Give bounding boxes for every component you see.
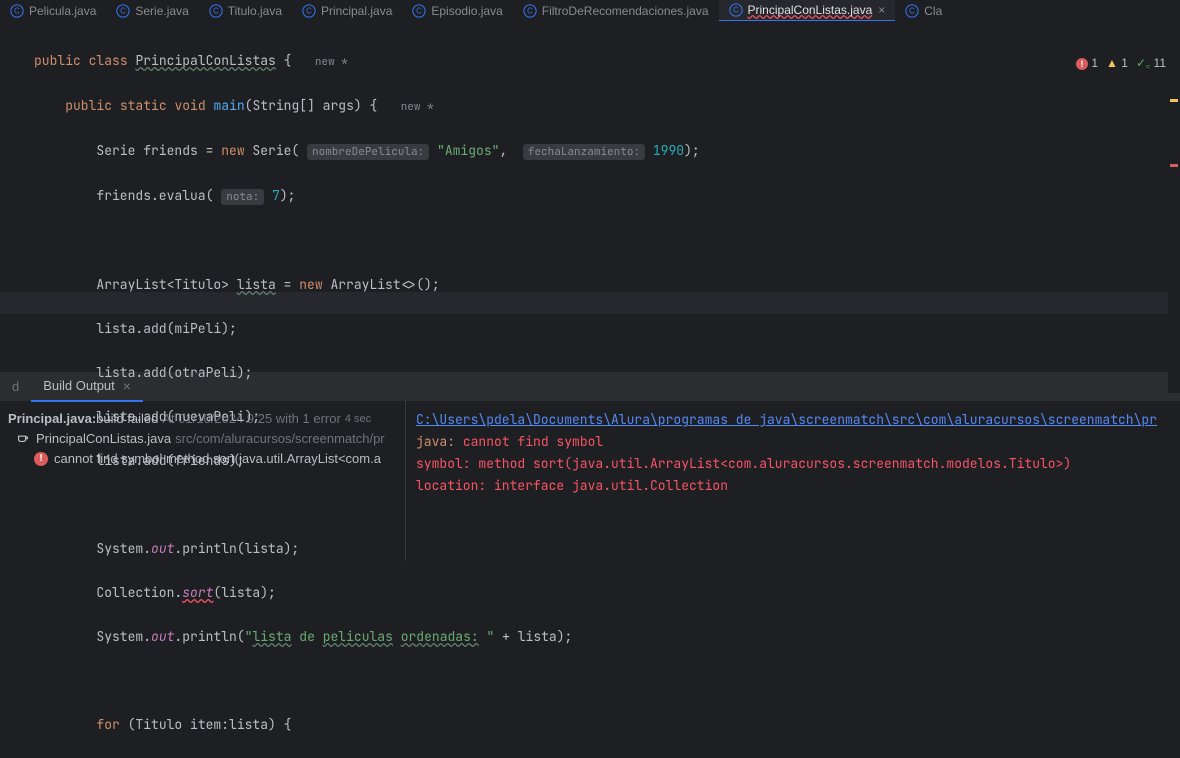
svg-text:C: C (733, 5, 739, 14)
code-line: Serie friends = new Serie( nombreDePelic… (34, 140, 1180, 163)
code-line: ArrayList<Titulo> lista = new ArrayList<… (34, 274, 1180, 296)
inspection-status[interactable]: ! 1 ▲ 1 ✓꜀ 11 (1076, 54, 1166, 71)
warning-icon: ▲ (1106, 56, 1118, 70)
code-line: for (Titulo item:lista) { (34, 714, 1180, 736)
tab-principalconlistas[interactable]: CPrincipalConListas.java× (719, 0, 896, 22)
tab-cla[interactable]: CCla (895, 0, 952, 22)
check-icon: ✓꜀ (1136, 56, 1150, 70)
warning-count[interactable]: ▲ 1 (1106, 56, 1128, 70)
code-line: public static void main(String[] args) {… (34, 95, 1180, 118)
tab-titulo[interactable]: CTitulo.java (199, 0, 292, 22)
svg-text:C: C (909, 6, 915, 15)
java-class-icon: C (905, 4, 919, 18)
error-icon: ! (1076, 58, 1088, 70)
code-line: friends.evalua( nota: 7); (34, 185, 1180, 208)
java-class-icon: C (10, 4, 24, 18)
svg-text:C: C (527, 6, 533, 15)
java-class-icon: C (523, 4, 537, 18)
java-class-icon: C (302, 4, 316, 18)
java-class-icon: C (729, 3, 743, 17)
code-line: System.out.println(lista); (34, 538, 1180, 560)
warning-marker[interactable] (1170, 99, 1178, 102)
svg-text:C: C (306, 6, 312, 15)
hint-count[interactable]: ✓꜀ 11 (1136, 54, 1166, 71)
editor-scrollbar[interactable] (1168, 44, 1180, 393)
code-line: lista.add(friends); (34, 450, 1180, 472)
code-editor[interactable]: public class PrincipalConListas { new * … (0, 22, 1180, 758)
code-line: System.out.println("lista de peliculas o… (34, 626, 1180, 648)
error-marker[interactable] (1170, 164, 1178, 167)
java-class-icon: C (412, 4, 426, 18)
java-class-icon: C (209, 4, 223, 18)
svg-text:C: C (121, 6, 127, 15)
close-icon[interactable]: × (878, 3, 885, 17)
tab-filtro[interactable]: CFiltroDeRecomendaciones.java (513, 0, 719, 22)
code-line (34, 494, 1180, 516)
code-line: lista.add(miPeli); (34, 318, 1180, 340)
tab-principal[interactable]: CPrincipal.java (292, 0, 402, 22)
tab-serie[interactable]: CSerie.java (106, 0, 198, 22)
tab-episodio[interactable]: CEpisodio.java (402, 0, 512, 22)
svg-text:C: C (213, 6, 219, 15)
code-line: public class PrincipalConListas { new * (34, 50, 1180, 73)
editor-tabs: CPelicula.java CSerie.java CTitulo.java … (0, 0, 1180, 22)
code-line: lista.add(otraPeli); (34, 362, 1180, 384)
code-line: lista.add(nuevaPeli); (34, 406, 1180, 428)
svg-text:C: C (14, 6, 20, 15)
svg-text:C: C (417, 6, 423, 15)
tab-pelicula[interactable]: CPelicula.java (0, 0, 106, 22)
code-line (34, 670, 1180, 692)
java-class-icon: C (116, 4, 130, 18)
editor-area[interactable]: ! 1 ▲ 1 ✓꜀ 11 public class PrincipalConL… (0, 22, 1180, 371)
code-line (34, 230, 1180, 252)
code-line: Collection.sort(lista); (34, 582, 1180, 604)
error-count[interactable]: ! 1 (1076, 56, 1098, 70)
